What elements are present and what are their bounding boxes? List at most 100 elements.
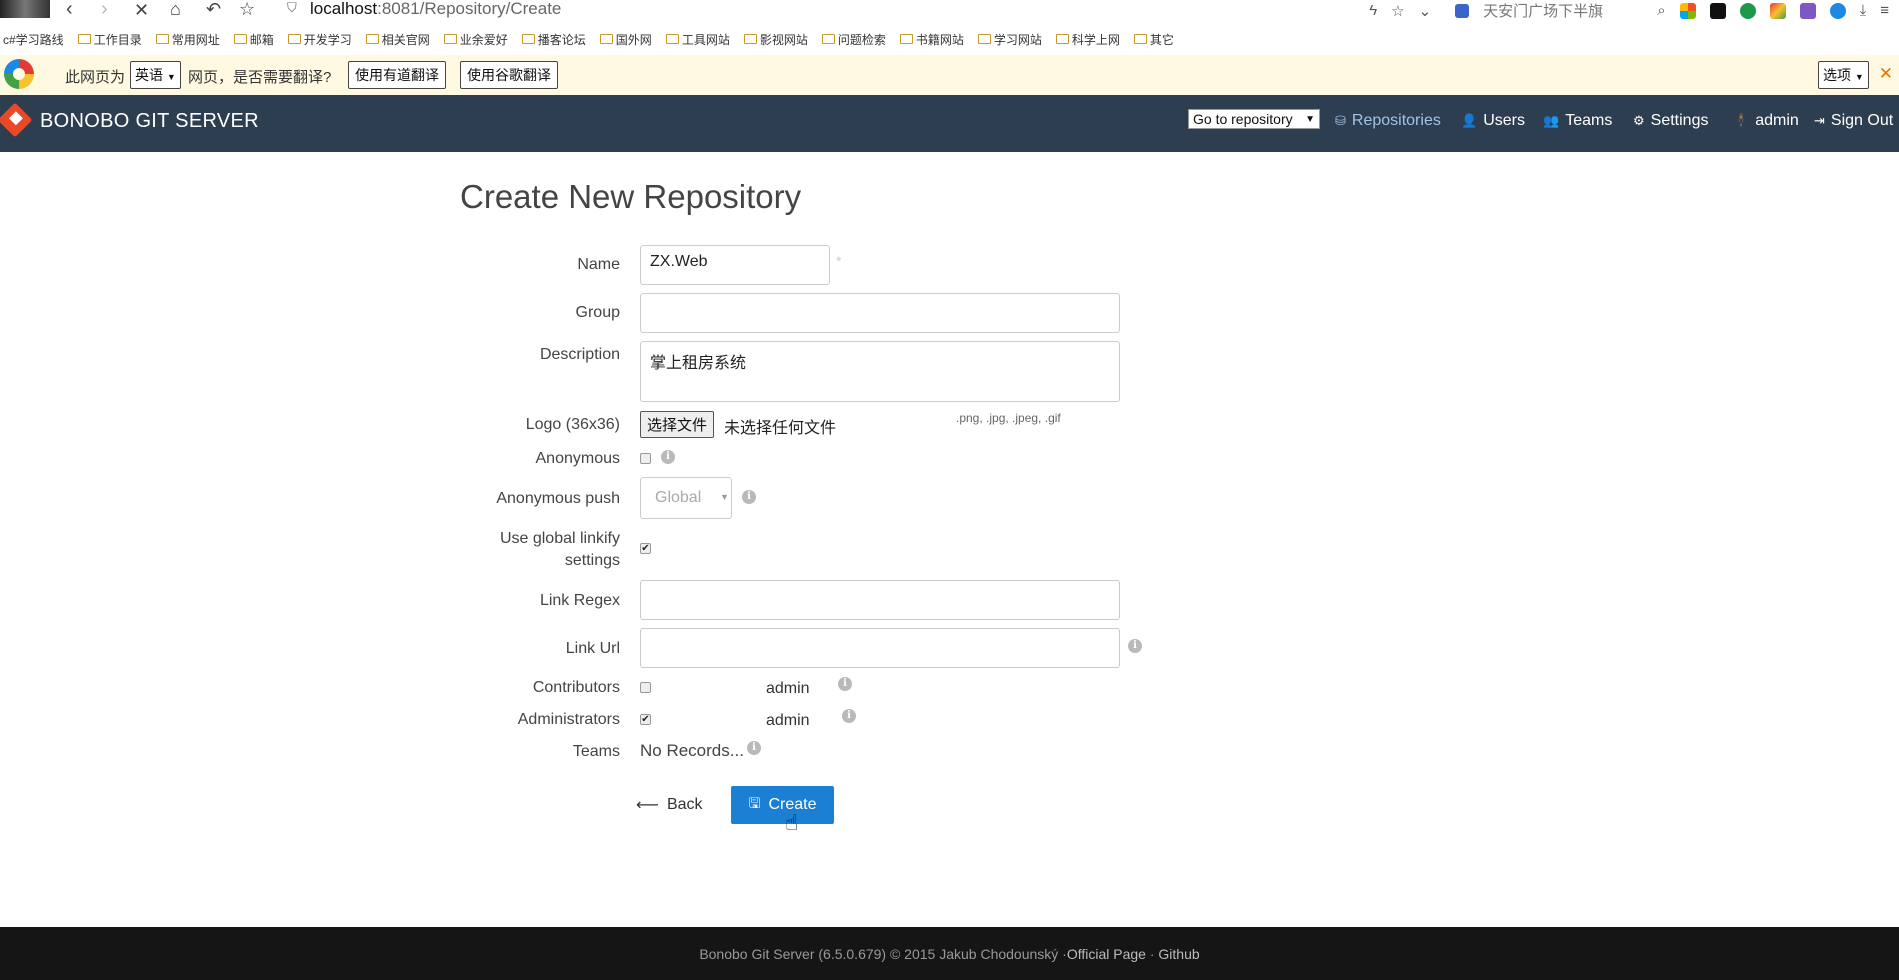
bookmark-item[interactable]: c#学习路线 xyxy=(3,31,64,48)
color-extension-icon[interactable] xyxy=(1769,2,1786,19)
create-button[interactable]: 🖫 Create xyxy=(731,786,834,824)
go-to-repository-select[interactable]: Go to repository ▼ xyxy=(1188,109,1320,129)
linkify-checkbox[interactable]: ✔ xyxy=(640,543,651,554)
info-icon[interactable]: i xyxy=(742,490,756,504)
anonymous-label: Anonymous xyxy=(535,450,621,467)
link-regex-input[interactable] xyxy=(640,580,1120,620)
app-navbar: ◆ BONOBO GIT SERVER Go to repository ▼ ⛁… xyxy=(0,95,1899,152)
bookmark-folder[interactable]: 书籍网站 xyxy=(899,31,964,48)
google-translate-button[interactable]: 使用谷歌翻译 xyxy=(460,61,558,89)
forward-icon[interactable]: › xyxy=(101,0,108,21)
translate-options-button[interactable]: 选项 ▼ xyxy=(1818,61,1869,89)
language-select[interactable]: 英语 ▼ xyxy=(130,61,181,89)
menu-icon[interactable]: ≡ xyxy=(1880,2,1889,19)
contributor-user: admin xyxy=(766,680,810,697)
link-url-input[interactable] xyxy=(640,628,1120,668)
linkify-label-line1: Use global linkify xyxy=(499,530,620,547)
bookmark-folder[interactable]: 其它 xyxy=(1133,31,1174,48)
official-page-link[interactable]: Official Page xyxy=(1067,946,1146,962)
description-textarea[interactable]: 掌上租房系统 xyxy=(640,341,1120,402)
nav-settings[interactable]: ⚙ Settings xyxy=(1633,112,1708,130)
bookmark-folder[interactable]: 开发学习 xyxy=(287,31,352,48)
chevron-down-icon[interactable]: ⌄ xyxy=(1419,2,1432,20)
undo-icon[interactable]: ↶ xyxy=(206,0,221,20)
bookmark-label: 其它 xyxy=(1149,32,1174,47)
bookmark-folder[interactable]: 国外网 xyxy=(599,31,652,48)
shield-icon: ⛉ xyxy=(287,0,297,15)
search-icon[interactable]: ⌕ xyxy=(1657,2,1665,19)
youdao-translate-button[interactable]: 使用有道翻译 xyxy=(348,61,446,89)
nav-repositories-label: Repositories xyxy=(1351,112,1441,129)
news-ticker[interactable]: 天安门广场下半旗 xyxy=(1483,0,1603,21)
bookmark-folder[interactable]: 问题检索 xyxy=(821,31,886,48)
footer-separator: · xyxy=(1145,945,1159,962)
bookmark-folder[interactable]: 科学上网 xyxy=(1055,31,1120,48)
group-input[interactable] xyxy=(640,293,1120,333)
user-icon: 👤 xyxy=(1461,113,1478,128)
name-input[interactable]: ZX.Web xyxy=(640,245,830,285)
caret-down-icon: ▼ xyxy=(166,72,176,82)
back-button[interactable]: ⟵ Back xyxy=(636,795,703,815)
y-extension-icon[interactable] xyxy=(1829,2,1846,19)
ms-extension-icon[interactable] xyxy=(1679,2,1696,19)
anonymous-push-select[interactable]: Global xyxy=(640,477,732,519)
download-icon[interactable]: ⤓ xyxy=(1860,2,1867,19)
contributor-admin-checkbox[interactable] xyxy=(640,682,651,693)
info-icon[interactable]: i xyxy=(842,709,856,723)
bookmark-folder[interactable]: 学习网站 xyxy=(977,31,1042,48)
address-bar[interactable]: localhost:8081/Repository/Create xyxy=(310,0,561,19)
bookmark-label: 业余爱好 xyxy=(459,32,508,47)
person-icon: 🕴 xyxy=(1733,113,1750,128)
news-icon xyxy=(1455,3,1470,18)
star-icon[interactable]: ☆ xyxy=(239,0,255,20)
nav-users[interactable]: 👤 Users xyxy=(1461,112,1525,130)
anonymous-checkbox[interactable] xyxy=(640,453,651,464)
bookmark-label: 常用网址 xyxy=(171,32,220,47)
translate-question: 网页，是否需要翻译? xyxy=(188,69,332,86)
bookmark-folder[interactable]: 常用网址 xyxy=(155,31,220,48)
translate-logo-icon xyxy=(4,59,34,89)
nav-sign-out[interactable]: ⇥ Sign Out xyxy=(1814,112,1893,130)
bookmark-folder[interactable]: 相关官网 xyxy=(365,31,430,48)
info-icon[interactable]: i xyxy=(838,677,852,691)
nav-sign-out-label: Sign Out xyxy=(1830,112,1894,129)
translate-bar: 此网页为 英语 ▼ 网页，是否需要翻译? 使用有道翻译 使用谷歌翻译 选项 ▼ … xyxy=(0,55,1899,96)
file-types-hint: .png, .jpg, .jpeg, .gif xyxy=(956,411,1061,425)
info-icon[interactable]: i xyxy=(1128,639,1142,653)
lightning-icon[interactable]: ϟ xyxy=(1369,2,1377,19)
description-label: Description xyxy=(539,346,620,363)
bookmark-folder[interactable]: 播客论坛 xyxy=(521,31,586,48)
bookmark-folder[interactable]: 工具网站 xyxy=(665,31,730,48)
nav-teams[interactable]: 👥 Teams xyxy=(1543,112,1612,130)
stop-icon[interactable]: ✕ xyxy=(134,0,149,21)
bookmark-star-icon[interactable]: ☆ xyxy=(1391,2,1404,20)
bookmark-folder[interactable]: 影视网站 xyxy=(743,31,808,48)
brand-title[interactable]: BONOBO GIT SERVER xyxy=(40,110,259,133)
administrator-admin-checkbox[interactable]: ✔ xyxy=(640,714,651,725)
choose-file-button[interactable]: 选择文件 xyxy=(640,411,715,438)
cube-extension-icon[interactable] xyxy=(1799,2,1816,19)
bookmark-folder[interactable]: 业余爱好 xyxy=(443,31,508,48)
nav-repositories[interactable]: ⛁ Repositories xyxy=(1335,112,1441,130)
home-icon[interactable]: ⌂ xyxy=(170,0,181,20)
nav-admin[interactable]: 🕴 admin xyxy=(1733,112,1799,130)
back-icon[interactable]: ‹ xyxy=(66,0,73,21)
profile-thumbnail[interactable] xyxy=(0,0,50,18)
bookmark-folder[interactable]: 工作目录 xyxy=(77,31,142,48)
close-icon[interactable]: ✕ xyxy=(1879,64,1893,84)
folder-icon xyxy=(1055,34,1069,44)
t-extension-icon[interactable] xyxy=(1739,2,1756,19)
sign-out-icon: ⇥ xyxy=(1814,113,1825,128)
url-path: :8081/Repository/Create xyxy=(377,0,562,18)
bookmark-label: 国外网 xyxy=(615,32,652,47)
folder-icon xyxy=(233,34,247,44)
github-link[interactable]: Github xyxy=(1158,946,1199,962)
extension-icon[interactable] xyxy=(1709,2,1726,19)
folder-icon xyxy=(287,34,301,44)
bookmark-label: 工具网站 xyxy=(681,32,730,47)
bookmark-folder[interactable]: 邮箱 xyxy=(233,31,274,48)
back-label: Back xyxy=(666,796,703,813)
info-icon[interactable]: i xyxy=(747,741,761,755)
info-icon[interactable]: i xyxy=(661,450,675,464)
url-host: localhost xyxy=(310,0,378,18)
